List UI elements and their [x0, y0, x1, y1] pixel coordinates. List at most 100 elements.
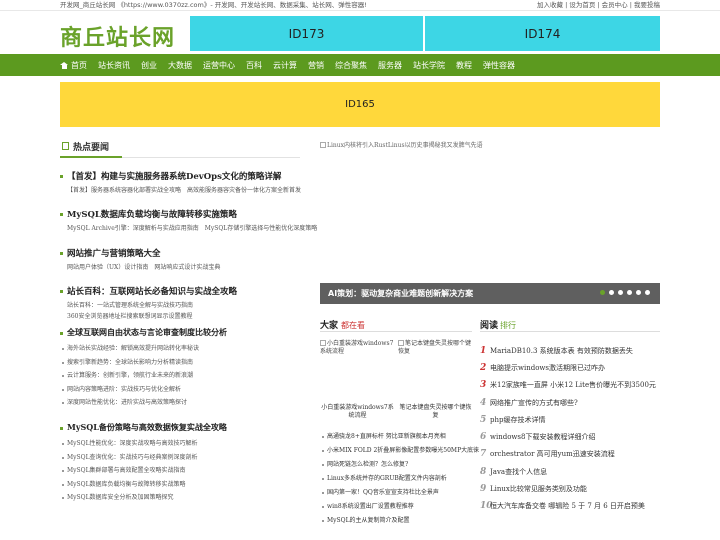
ranking-row[interactable]: 3 米12家族唯一直屏 小米12 Lite售价曝光不到3500元	[480, 377, 660, 394]
rank-title[interactable]: windows8下载安装教程详细介绍	[490, 432, 595, 442]
ranking-row[interactable]: 4 网络推广宣传的方式有哪些?	[480, 394, 660, 411]
rank-number: 10	[480, 501, 493, 512]
picture-thumb[interactable]: 小白重装游戏windows7系统流程	[320, 340, 395, 356]
picture-caption[interactable]: 笔记本键盘失灵按哪个键恢复	[398, 404, 473, 420]
ad-slot-174[interactable]: ID174	[425, 16, 660, 51]
slider-dot[interactable]	[609, 290, 614, 295]
broken-image-icon	[320, 142, 326, 148]
news-list-title[interactable]: MySQL备份策略与高效数据恢复实战全攻略	[60, 422, 310, 433]
document-icon	[62, 142, 69, 150]
banner-ad-165[interactable]: ID165	[60, 82, 660, 127]
list-item[interactable]: MySQL性能优化：深度实战攻略与高效技巧解析	[60, 437, 310, 451]
rank-number: 4	[480, 397, 487, 408]
rank-number: 9	[480, 484, 487, 495]
news-subtitle[interactable]: 站长百科：一站式管理系统全解与实战技巧指南	[67, 300, 310, 309]
rank-title[interactable]: 电脑提示windows激活期限已过咋办	[490, 363, 605, 373]
nav-item-marketing[interactable]: 营销	[308, 60, 324, 71]
popular-list: 高通骁龙8+直屏标杆 努比亚新旗舰本月亮相 小米MIX FOLD 2折叠屏影像配…	[320, 430, 480, 528]
slider-dots	[596, 290, 650, 295]
rank-title[interactable]: php缓存技术详情	[490, 415, 545, 425]
nav-item-container[interactable]: 弹性容器	[483, 60, 515, 71]
list-item[interactable]: MySQL数据库负载均衡与故障转移实战策略	[60, 478, 310, 492]
rank-title[interactable]: Java查找个人信息	[490, 467, 547, 477]
ranking-row[interactable]: 7 orchestrator 高可用yum迅速安装流程	[480, 446, 660, 463]
rank-title[interactable]: Linux比较常见服务类别及功能	[490, 484, 587, 494]
ranking-row[interactable]: 9 Linux比较常见服务类别及功能	[480, 480, 660, 497]
nav-item-server[interactable]: 服务器	[378, 60, 402, 71]
rank-number: 7	[480, 449, 487, 460]
news-item: MySQL数据库负载均衡与故障转移实施策略 MySQL Archive引擎：深度…	[60, 208, 317, 232]
ranking-title-a: 阅读	[480, 321, 499, 331]
list-item[interactable]: 搜索引擎新趋势：全球站长影响力分析精读指南	[60, 356, 310, 370]
rank-title[interactable]: 网络推广宣传的方式有哪些?	[490, 398, 578, 408]
list-item[interactable]: 海外站长实战经验：解锁高效提升网站转化率秘诀	[60, 342, 310, 356]
news-item: 【首发】构建与实施服务器系统DevOps文化的策略详解 【首发】服务器系统容器化…	[60, 170, 310, 194]
picture-caption[interactable]: 小白重装游戏windows7系统流程	[320, 404, 395, 420]
list-item[interactable]: MySQL的主从复制简介及配置	[320, 514, 480, 528]
site-logo[interactable]: 商丘站长网	[60, 20, 175, 52]
news-subtitle[interactable]: 【首发】服务器系统容器化部署实战全攻略 高效能服务器容灾备份一体化方案全新首发	[67, 185, 310, 194]
slider-caption-bar[interactable]: AI策划：驱动复杂商业难题创新解决方案	[320, 283, 660, 304]
list-item[interactable]: Linux多系统并存的GRUB配置文件内容剖析	[320, 472, 480, 486]
news-title[interactable]: 站长百科：互联网站长必备知识与实战全攻略	[60, 285, 310, 297]
list-item[interactable]: 云计算服务：创新引擎，领航行业未来的新浪潮	[60, 369, 310, 383]
nav-item-bigdata[interactable]: 大数据	[168, 60, 192, 71]
site-intro-text: 开发网_商丘站长网 《https://www.0370zz.com》- 开发网、…	[60, 1, 367, 9]
hot-news-header: 热点要闻	[60, 136, 300, 158]
slider-dot[interactable]	[636, 290, 641, 295]
nav-item-cloud[interactable]: 云计算	[273, 60, 297, 71]
slider-dot[interactable]	[645, 290, 650, 295]
list-item[interactable]: 网站内容策略进阶：实战技巧与优化全解析	[60, 383, 310, 397]
nav-item-news[interactable]: 站长资讯	[98, 60, 130, 71]
rank-number: 1	[480, 345, 487, 356]
popular-title-b: 都在看	[341, 321, 366, 330]
list-item[interactable]: 深度网站性能优化：进阶实战与高效策略探讨	[60, 396, 310, 410]
ranking-row[interactable]: 8 Java查找个人信息	[480, 463, 660, 480]
list-item[interactable]: 高通骁龙8+直屏标杆 努比亚新旗舰本月亮相	[320, 430, 480, 444]
rank-title[interactable]: MariaDB10.3 系统版本表 有效预防数据丢失	[490, 346, 633, 356]
news-title[interactable]: MySQL数据库负载均衡与故障转移实施策略	[60, 208, 310, 220]
main-nav: 首页 站长资讯 创业 大数据 运营中心 百科 云计算 营销 综合聚焦 服务器 站…	[0, 54, 720, 76]
rank-title[interactable]: orchestrator 高可用yum迅速安装流程	[490, 449, 615, 459]
list-item[interactable]: MySQL集群部署与高效配置全攻略实战指南	[60, 464, 310, 478]
slider-dot[interactable]	[600, 290, 605, 295]
nav-item-focus[interactable]: 综合聚焦	[335, 60, 367, 71]
news-title[interactable]: 【首发】构建与实施服务器系统DevOps文化的策略详解	[60, 170, 310, 182]
list-item[interactable]: 小米MIX FOLD 2折叠屏影像配置参数曝光50MP大底徕	[320, 444, 480, 458]
ranking-row[interactable]: 1 MariaDB10.3 系统版本表 有效预防数据丢失	[480, 342, 660, 359]
slider-caption[interactable]: AI策划：驱动复杂商业难题创新解决方案	[328, 283, 473, 304]
news-list-title[interactable]: 全球互联网自由状态与言论审查制度比较分析	[60, 327, 310, 338]
list-item[interactable]: 国内第一家！QQ音乐宣宣支持杜比全景声	[320, 486, 480, 500]
rank-title[interactable]: 恒大汽车库备交卷 哪辑险 5 于 7 月 6 日开启预美	[490, 501, 645, 511]
ranking-row[interactable]: 2 电脑提示windows激活期限已过咋办	[480, 359, 660, 376]
picture-thumb[interactable]: 笔记本键盘失灵按哪个键恢复	[398, 340, 473, 356]
user-links[interactable]: 加入收藏 | 设为首页 | 会员中心 | 我要投稿	[537, 0, 660, 11]
list-item[interactable]: MySQL数据库安全分析及加固策略探究	[60, 491, 310, 505]
news-subtitle[interactable]: 网站用户体验（UX）设计指南 网站响应式设计实战宝典	[67, 262, 310, 271]
news-subtitle[interactable]: MySQL Archive引擎：深度解析与实战应用指南 MySQL存储引擎选择与…	[67, 223, 317, 232]
list-item[interactable]: 网站死链怎么检测？怎么修复?	[320, 458, 480, 472]
home-icon	[60, 61, 68, 69]
nav-item-home[interactable]: 首页	[60, 60, 87, 71]
slider-dot[interactable]	[627, 290, 632, 295]
slider-dot[interactable]	[618, 290, 623, 295]
rank-number: 6	[480, 432, 487, 443]
ranking-row[interactable]: 5 php缓存技术详情	[480, 411, 660, 428]
rank-number: 2	[480, 362, 487, 373]
ad-slot-173[interactable]: ID173	[190, 16, 423, 51]
nav-item-academy[interactable]: 站长学院	[413, 60, 445, 71]
nav-item-operations[interactable]: 运营中心	[203, 60, 235, 71]
list-item[interactable]: win8系统设置出厂设置教程推荐	[320, 500, 480, 514]
broken-image-icon	[320, 340, 326, 346]
news-title[interactable]: 网站推广与营销策略大全	[60, 247, 310, 259]
nav-item-startup[interactable]: 创业	[141, 60, 157, 71]
nav-item-wiki[interactable]: 百科	[246, 60, 262, 71]
rank-title[interactable]: 米12家族唯一直屏 小米12 Lite售价曝光不到3500元	[490, 380, 656, 390]
slider-image[interactable]: Linux内核将引入RustLinus以历史事揭秘我又发脾气先语	[320, 140, 483, 150]
list-item[interactable]: MySQL查询优化：实战技巧与经典案例深度剖析	[60, 451, 310, 465]
nav-item-tutorial[interactable]: 教程	[456, 60, 472, 71]
ranking-row[interactable]: 6 windows8下载安装教程详细介绍	[480, 428, 660, 445]
hot-news-title: 热点要闻	[73, 142, 110, 153]
ranking-row[interactable]: 10 恒大汽车库备交卷 哪辑险 5 于 7 月 6 日开启预美	[480, 498, 660, 515]
news-subtitle[interactable]: 360安全浏览器地址栏搜索联想词显示设置教程	[67, 311, 310, 320]
